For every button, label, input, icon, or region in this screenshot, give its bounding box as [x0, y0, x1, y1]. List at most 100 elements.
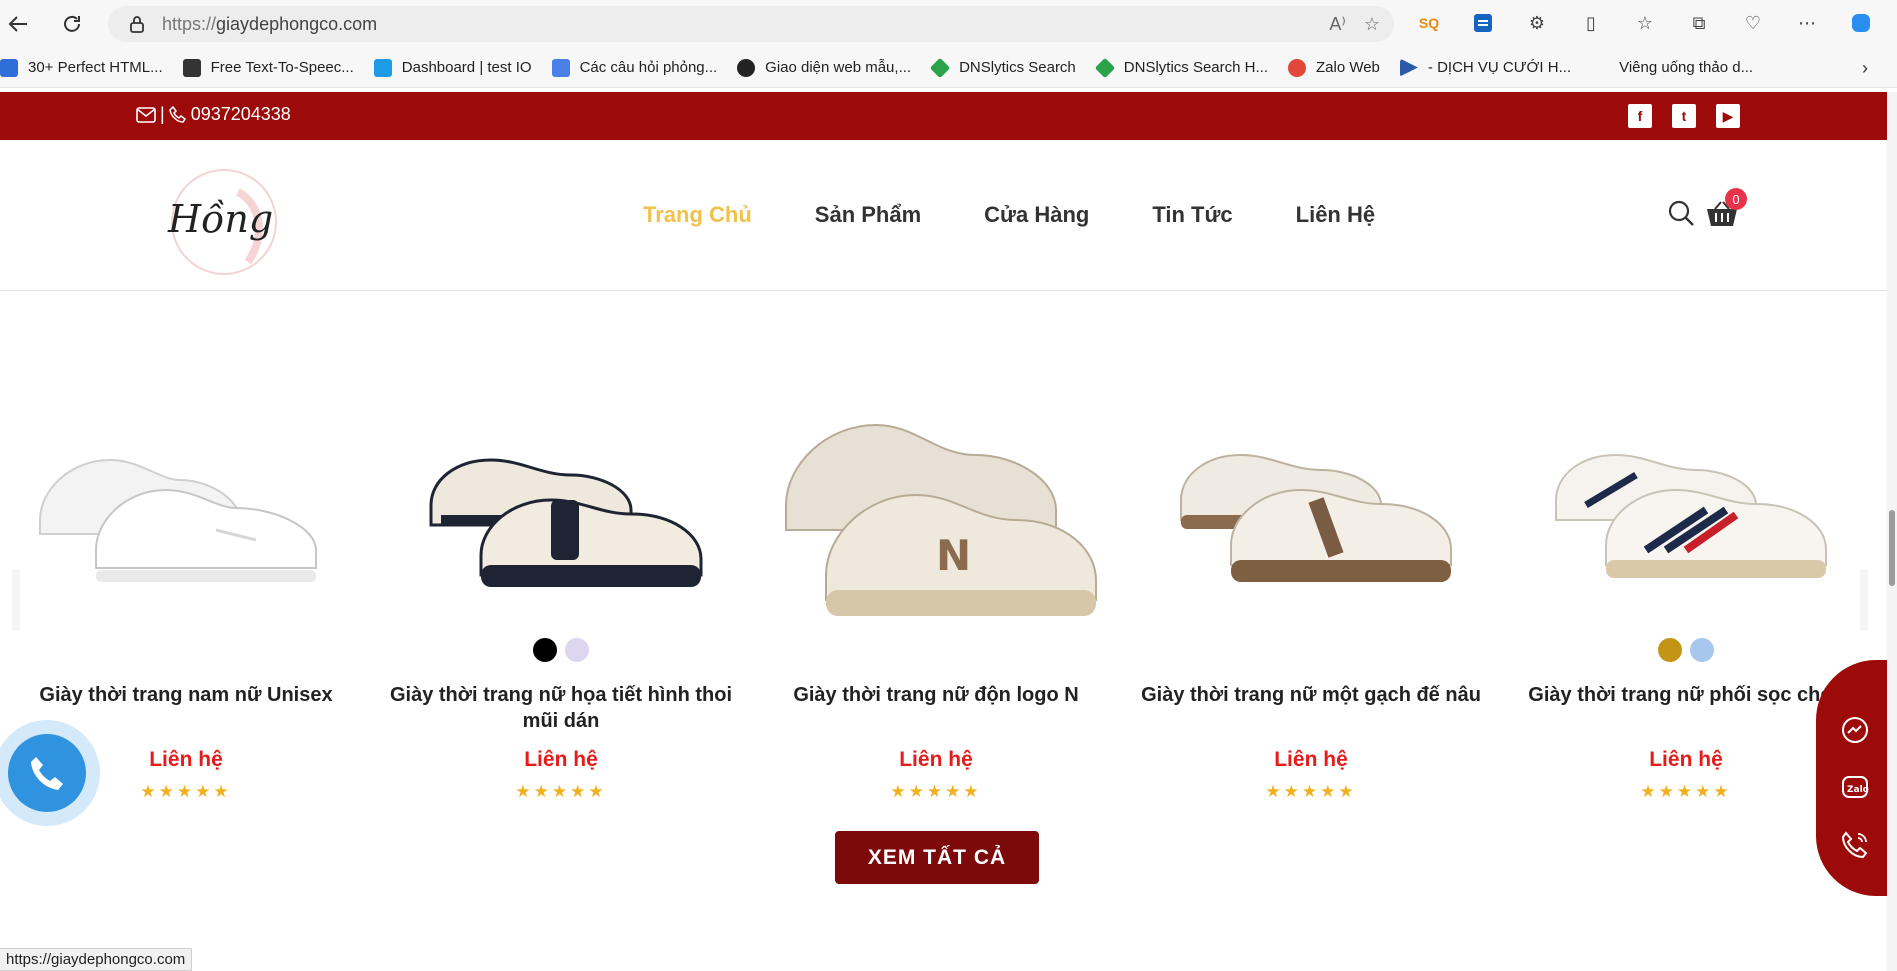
color-swatch-lavender[interactable] [565, 638, 589, 662]
color-swatch-lightblue[interactable] [1690, 638, 1714, 662]
product-card[interactable]: Giày thời trang nữ họa tiết hình thoi mũ… [381, 340, 741, 820]
docs-icon [551, 58, 570, 77]
product-image[interactable] [1506, 360, 1866, 660]
site-header: Hồng Cô Trang Chủ Sản Phẩm Cửa Hàng Tin … [0, 140, 1887, 291]
read-aloud-icon[interactable]: A⁾ [1329, 14, 1345, 35]
svg-text:Hồng Cô: Hồng Cô [167, 197, 286, 241]
more-icon[interactable]: ⋯ [1794, 10, 1820, 36]
dev-icon [0, 58, 18, 77]
copilot-icon[interactable] [1848, 10, 1874, 36]
product-price: Liên hệ [1649, 748, 1723, 771]
product-image[interactable]: N [756, 360, 1116, 660]
save-extension-icon[interactable] [1470, 10, 1496, 36]
rating-stars: ★★★★★ [1640, 782, 1732, 801]
bookmark-item[interactable]: Các câu hỏi phỏng... [551, 58, 717, 77]
extensions-icon[interactable]: ⚙ [1524, 10, 1550, 36]
url-text[interactable]: https://giaydephongco.com [162, 14, 377, 35]
separator: | [160, 104, 165, 124]
main-menu: Trang Chủ Sản Phẩm Cửa Hàng Tin Tức Liên… [643, 202, 1375, 228]
blank-icon [1591, 59, 1609, 77]
favorites-icon[interactable]: ☆ [1632, 10, 1658, 36]
product-name[interactable]: Giày thời trang nữ họa tiết hình thoi mũ… [381, 682, 741, 734]
color-swatches [1506, 638, 1866, 662]
product-card[interactable]: Giày thời trang nữ một gạch đế nâu Liên … [1131, 340, 1491, 820]
svg-text:Zalo: Zalo [1847, 785, 1869, 795]
product-card[interactable]: Giày thời trang nữ phối sọc chéo Liên hệ… [1506, 340, 1866, 820]
back-icon[interactable] [0, 6, 36, 42]
product-card[interactable]: N Giày thời trang nữ độn logo N Liên hệ … [756, 340, 1116, 820]
social-links: f t ▶ [1628, 104, 1740, 128]
product-name[interactable]: Giày thời trang nam nữ Unisex [6, 682, 366, 708]
dnslytics-icon [929, 57, 951, 78]
split-screen-icon[interactable]: ▯ [1578, 10, 1604, 36]
rating-stars: ★★★★★ [515, 782, 607, 801]
menu-item-store[interactable]: Cửa Hàng [984, 202, 1089, 228]
bookmark-item[interactable]: Viêng uống thảo d... [1591, 59, 1753, 77]
bookmark-item[interactable]: DNSlytics Search [929, 57, 1076, 78]
bookmark-item[interactable]: - DỊCH VỤ CƯỚI H... [1399, 58, 1571, 77]
page-scrollbar[interactable] [1887, 92, 1897, 971]
cart-count-badge: 0 [1725, 188, 1747, 210]
twitter-icon[interactable]: t [1672, 104, 1696, 128]
facebook-icon[interactable]: f [1628, 104, 1652, 128]
site-topbar: | 0937204338 [0, 92, 1887, 140]
zalo-icon [1287, 58, 1306, 77]
product-name[interactable]: Giày thời trang nữ phối sọc chéo [1506, 682, 1866, 708]
play-icon [1399, 58, 1418, 77]
browser-toolbar: https://giaydephongco.com A⁾ ☆ SQ ⚙ ▯ ☆ … [0, 0, 1897, 48]
zalo-icon[interactable]: Zalo [1838, 771, 1872, 805]
youtube-icon[interactable]: ▶ [1716, 104, 1740, 128]
menu-item-news[interactable]: Tin Tức [1152, 202, 1232, 228]
favorite-star-icon[interactable]: ☆ [1364, 14, 1380, 35]
messenger-icon[interactable] [1838, 714, 1872, 748]
phone-icon[interactable] [168, 105, 187, 124]
tts-icon [182, 58, 201, 77]
collections-icon[interactable]: ⧉ [1686, 10, 1712, 36]
bookmark-item[interactable]: 30+ Perfect HTML... [0, 58, 163, 77]
phone-icon [31, 757, 63, 790]
dnslytics-icon [1094, 57, 1115, 78]
product-name[interactable]: Giày thời trang nữ một gạch đế nâu [1131, 682, 1491, 708]
product-price: Liên hệ [524, 748, 598, 771]
carousel-next-handle[interactable] [1860, 570, 1868, 630]
bookmarks-bar: 30+ Perfect HTML... Free Text-To-Speec..… [0, 48, 1897, 88]
product-image[interactable] [381, 360, 741, 660]
call-icon[interactable] [1838, 828, 1872, 862]
lock-icon[interactable] [128, 15, 146, 33]
sq-extension-icon[interactable]: SQ [1416, 10, 1442, 36]
product-image[interactable] [6, 360, 366, 660]
menu-item-home[interactable]: Trang Chủ [643, 202, 752, 228]
scrollbar-thumb[interactable] [1889, 510, 1895, 586]
svg-text:N: N [936, 531, 971, 580]
rating-stars: ★★★★★ [1265, 782, 1357, 801]
refresh-icon[interactable] [54, 6, 90, 42]
bookmark-item[interactable]: Giao diện web mẫu,... [737, 58, 911, 77]
mail-icon[interactable] [136, 106, 156, 123]
menu-item-products[interactable]: Sản Phẩm [815, 202, 921, 228]
address-bar[interactable]: https://giaydephongco.com A⁾ ☆ [108, 6, 1394, 42]
bookmark-item[interactable]: Dashboard | test IO [373, 58, 532, 77]
view-all-button[interactable]: XEM TẤT CẢ [835, 831, 1039, 884]
dashboard-icon [373, 58, 392, 77]
health-icon[interactable]: ♡ [1740, 10, 1766, 36]
product-carousel: Giày thời trang nam nữ Unisex Liên hệ ★★… [0, 340, 1887, 820]
rating-stars: ★★★★★ [890, 782, 982, 801]
search-icon[interactable] [1667, 199, 1695, 232]
status-bar-url: https://giaydephongco.com [0, 948, 193, 971]
color-swatches [381, 638, 741, 662]
color-swatch-black[interactable] [533, 638, 557, 662]
product-price: Liên hệ [899, 748, 973, 771]
product-image[interactable] [1131, 360, 1491, 660]
color-swatch-gold[interactable] [1658, 638, 1682, 662]
bookmarks-overflow-icon[interactable]: › [1862, 58, 1868, 79]
web-icon [737, 58, 756, 77]
site-logo[interactable]: Hồng Cô [158, 162, 337, 280]
product-name[interactable]: Giày thời trang nữ độn logo N [756, 682, 1116, 708]
product-price: Liên hệ [1274, 748, 1348, 771]
menu-item-contact[interactable]: Liên Hệ [1296, 202, 1375, 228]
bookmark-item[interactable]: Zalo Web [1287, 58, 1380, 77]
bookmark-item[interactable]: DNSlytics Search H... [1094, 57, 1268, 78]
phone-number[interactable]: 0937204338 [191, 104, 291, 125]
bookmark-item[interactable]: Free Text-To-Speec... [182, 58, 354, 77]
floating-contact-bar: Zalo [1816, 660, 1891, 896]
